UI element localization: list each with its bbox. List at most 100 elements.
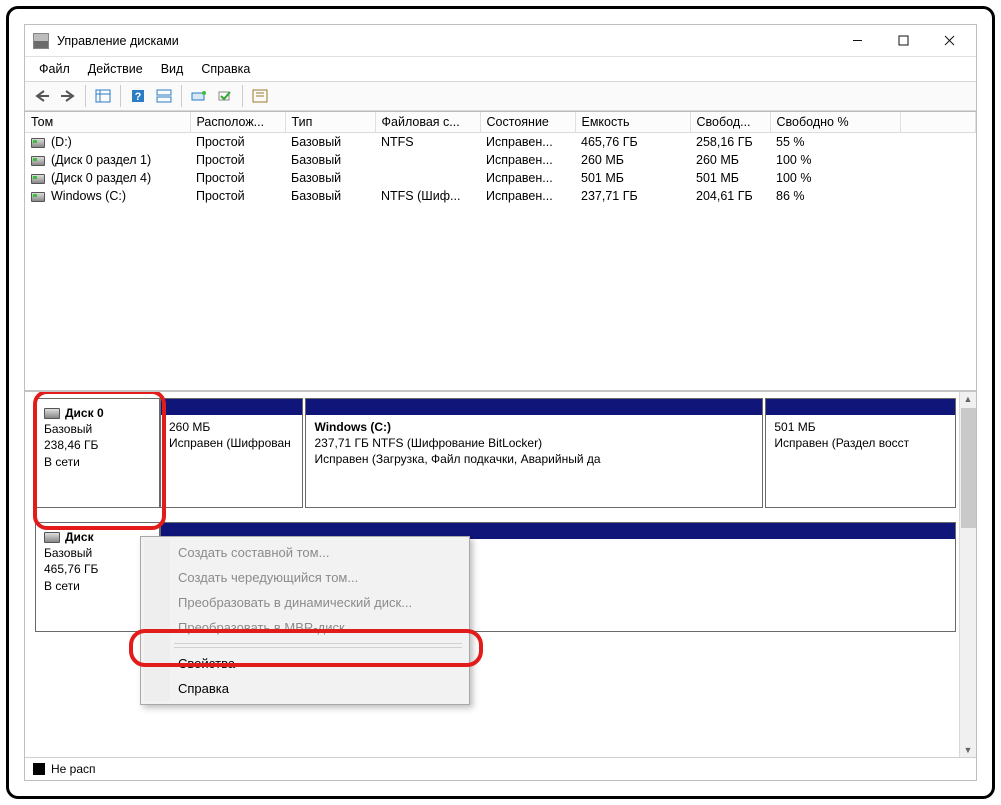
menu-file[interactable]: Файл [31, 59, 78, 79]
legend-bar: Не расп [25, 757, 976, 780]
action-button-2[interactable] [214, 85, 236, 107]
col-fs[interactable]: Файловая с... [375, 112, 480, 133]
action-button-3[interactable] [249, 85, 271, 107]
cell-freepct: 100 % [770, 169, 900, 187]
maximize-button[interactable] [880, 26, 926, 56]
context-menu-item[interactable]: Свойства [144, 651, 466, 676]
view-list-button[interactable] [92, 85, 114, 107]
cell-fs [375, 151, 480, 169]
partition-header-bar [161, 399, 302, 415]
disk-status: В сети [44, 454, 151, 470]
context-menu[interactable]: Создать составной том...Создать чередующ… [140, 536, 470, 705]
table-row[interactable]: Windows (C:)ПростойБазовыйNTFS (Шиф...Ис… [25, 187, 976, 205]
cell-free: 258,16 ГБ [690, 133, 770, 152]
scroll-up-icon[interactable]: ▲ [964, 392, 973, 406]
cell-type: Базовый [285, 169, 375, 187]
menu-action[interactable]: Действие [80, 59, 151, 79]
cell-layout: Простой [190, 151, 285, 169]
cell-layout: Простой [190, 133, 285, 152]
back-button[interactable] [31, 85, 53, 107]
cell-type: Базовый [285, 133, 375, 152]
partition[interactable]: 260 МБИсправен (Шифрован [160, 398, 303, 508]
partition[interactable]: 501 МБИсправен (Раздел восст [765, 398, 956, 508]
toolbar: ? [25, 82, 976, 111]
scroll-down-icon[interactable]: ▼ [964, 743, 973, 757]
cell-free: 501 МБ [690, 169, 770, 187]
partition-status: Исправен (Шифрован [169, 435, 294, 451]
cell-status: Исправен... [480, 151, 575, 169]
context-menu-item: Преобразовать в динамический диск... [144, 590, 466, 615]
cell-capacity: 501 МБ [575, 169, 690, 187]
col-free[interactable]: Свобод... [690, 112, 770, 133]
cell-free: 204,61 ГБ [690, 187, 770, 205]
volume-list-pane: Том Располож... Тип Файловая с... Состоя… [25, 112, 976, 392]
col-volume[interactable]: Том [25, 112, 190, 133]
cell-status: Исправен... [480, 133, 575, 152]
cell-capacity: 237,71 ГБ [575, 187, 690, 205]
volume-icon [31, 192, 45, 202]
volume-name: (Диск 0 раздел 4) [51, 171, 151, 185]
titlebar[interactable]: Управление дисками [25, 25, 976, 57]
partition-size: 260 МБ [169, 419, 294, 435]
disk-partitions: 260 МБИсправен (ШифрованWindows (C:)237,… [160, 398, 956, 508]
context-menu-item: Создать составной том... [144, 540, 466, 565]
disk-size: 465,76 ГБ [44, 561, 151, 577]
table-row[interactable]: (Диск 0 раздел 4) ПростойБазовый Исправен.… [25, 169, 976, 187]
table-row[interactable]: (D:)ПростойБазовыйNTFSИсправен...465,76 … [25, 133, 976, 152]
menu-help[interactable]: Справка [193, 59, 258, 79]
cell-type: Базовый [285, 151, 375, 169]
table-header-row[interactable]: Том Располож... Тип Файловая с... Состоя… [25, 112, 976, 133]
context-menu-item: Преобразовать в MBR-диск [144, 615, 466, 640]
cell-fs [375, 169, 480, 187]
menu-view[interactable]: Вид [153, 59, 192, 79]
app-icon [33, 33, 49, 49]
partition-header-bar [306, 399, 762, 415]
scroll-thumb[interactable] [961, 408, 976, 528]
volume-icon [31, 156, 45, 166]
cell-freepct: 55 % [770, 133, 900, 152]
vertical-scrollbar[interactable]: ▲ ▼ [959, 392, 976, 757]
volume-table[interactable]: Том Располож... Тип Файловая с... Состоя… [25, 112, 976, 205]
close-button[interactable] [926, 26, 972, 56]
context-menu-separator [174, 647, 462, 648]
cell-capacity: 260 МБ [575, 151, 690, 169]
cell-fs: NTFS (Шиф... [375, 187, 480, 205]
partition[interactable]: Windows (C:)237,71 ГБ NTFS (Шифрование B… [305, 398, 763, 508]
disk-size: 238,46 ГБ [44, 437, 151, 453]
help-button[interactable]: ? [127, 85, 149, 107]
disk-name: Диск 0 [65, 406, 104, 420]
col-status[interactable]: Состояние [480, 112, 575, 133]
col-type[interactable]: Тип [285, 112, 375, 133]
partition-size: 237,71 ГБ NTFS (Шифрование BitLocker) [314, 435, 754, 451]
context-menu-separator [174, 643, 462, 644]
cell-free: 260 МБ [690, 151, 770, 169]
disk-icon [44, 408, 60, 419]
col-layout[interactable]: Располож... [190, 112, 285, 133]
partition-status: Исправен (Загрузка, Файл подкачки, Авари… [314, 451, 754, 467]
cell-layout: Простой [190, 169, 285, 187]
col-freepct[interactable]: Свободно % [770, 112, 900, 133]
volume-icon [31, 138, 45, 148]
partition-status: Исправен (Раздел восст [774, 435, 947, 451]
context-menu-item[interactable]: Справка [144, 676, 466, 701]
legend-swatch-unallocated [33, 763, 45, 775]
minimize-button[interactable] [834, 26, 880, 56]
forward-button[interactable] [57, 85, 79, 107]
col-capacity[interactable]: Емкость [575, 112, 690, 133]
legend-unallocated-label: Не расп [51, 762, 96, 776]
svg-text:?: ? [135, 91, 142, 103]
disk-type: Базовый [44, 421, 151, 437]
cell-type: Базовый [285, 187, 375, 205]
table-row[interactable]: (Диск 0 раздел 1)ПростойБазовыйИсправен.… [25, 151, 976, 169]
partition-size: 501 МБ [774, 419, 947, 435]
disk-header[interactable]: Диск 0Базовый238,46 ГБВ сети [35, 398, 160, 508]
cell-status: Исправен... [480, 169, 575, 187]
layout-button[interactable] [153, 85, 175, 107]
cell-freepct: 86 % [770, 187, 900, 205]
disk-row: Диск 0Базовый238,46 ГБВ сети260 МБИсправ… [35, 398, 956, 508]
volume-icon [31, 174, 45, 184]
action-button-1[interactable] [188, 85, 210, 107]
partition-header-bar [766, 399, 955, 415]
menubar: Файл Действие Вид Справка [25, 57, 976, 82]
window-title: Управление дисками [57, 34, 179, 48]
